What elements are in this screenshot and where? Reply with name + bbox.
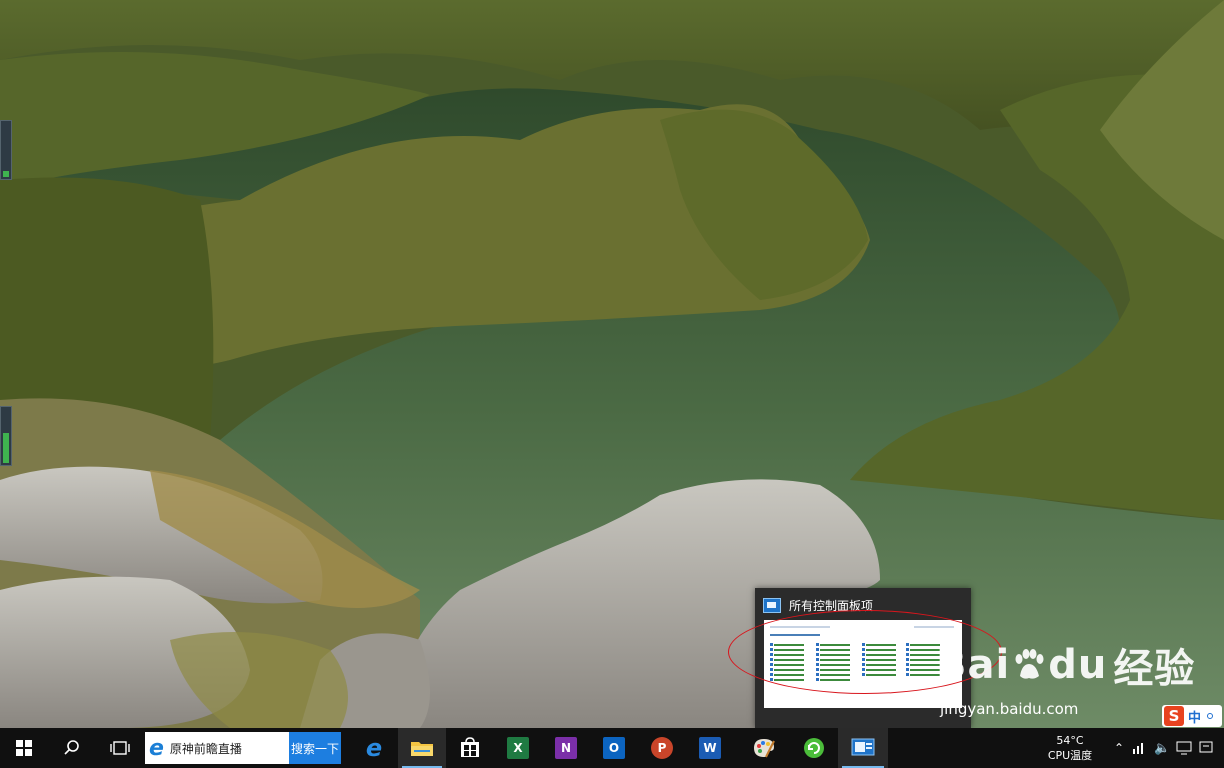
search-icon	[64, 740, 79, 755]
ie-icon: e	[149, 735, 164, 761]
ime-mode-label: 中	[1188, 710, 1202, 726]
onenote-icon: N	[555, 737, 577, 759]
cpu-temperature-label: CPU温度	[1047, 749, 1093, 762]
sogou-s-icon: S	[1164, 706, 1184, 726]
search-go-button[interactable]: 搜索一下	[289, 732, 341, 764]
taskbar-app-powerpoint[interactable]: P	[638, 728, 686, 768]
side-gadget-meter[interactable]	[0, 406, 12, 466]
control-panel-icon	[851, 738, 875, 756]
jingyan-label: 经验	[1113, 646, 1196, 692]
baidu-logo: Bai du 经验	[936, 636, 1195, 694]
notification-icon[interactable]	[1198, 740, 1214, 756]
word-icon: W	[699, 737, 721, 759]
start-button[interactable]	[0, 728, 48, 768]
taskbar-search-box[interactable]: e 原神前瞻直播	[145, 732, 289, 764]
taskbar-app-store[interactable]	[446, 728, 494, 768]
powerpoint-icon: P	[651, 737, 673, 759]
folder-icon	[411, 742, 433, 756]
watermark-url: jingyan.baidu.com	[940, 700, 1079, 718]
taskbar-app-onenote[interactable]: N	[542, 728, 590, 768]
taskbar-app-edge[interactable]: e	[350, 728, 398, 768]
taskbar-app-word[interactable]: W	[686, 728, 734, 768]
taskbar-app-green[interactable]	[790, 728, 838, 768]
control-panel-icon	[763, 597, 781, 613]
green-circle-app-icon	[804, 738, 824, 758]
desktop-wallpaper	[0, 0, 1224, 728]
taskbar-app-file-explorer[interactable]	[398, 728, 446, 768]
system-tray: ⌃ 🔈	[1110, 728, 1224, 768]
ime-indicator[interactable]: S 中	[1162, 705, 1222, 727]
windows-logo-icon	[16, 740, 32, 756]
task-view-button[interactable]	[96, 728, 144, 768]
search-button[interactable]	[48, 728, 96, 768]
chevron-up-icon[interactable]: ⌃	[1110, 741, 1128, 755]
paint-palette-icon	[754, 739, 775, 758]
cpu-temperature[interactable]: 54°C CPU温度	[1040, 733, 1100, 763]
side-gadget-top[interactable]	[0, 120, 12, 180]
taskbar-app-outlook[interactable]: O	[590, 728, 638, 768]
display-icon[interactable]	[1176, 741, 1192, 755]
edge-icon: e	[365, 734, 383, 762]
search-query-text: 原神前瞻直播	[169, 741, 242, 756]
taskbar-app-excel[interactable]: X	[494, 728, 542, 768]
task-view-icon	[110, 741, 130, 755]
volume-icon[interactable]: 🔈	[1154, 741, 1170, 756]
baidu-logo-left: Bai	[936, 642, 1011, 688]
taskbar-app-paint[interactable]	[740, 728, 788, 768]
ime-dot-icon	[1207, 713, 1214, 719]
baidu-logo-right: du	[1048, 642, 1108, 688]
store-icon	[461, 737, 479, 757]
taskbar-app-control-panel[interactable]	[838, 728, 888, 768]
network-icon[interactable]	[1132, 740, 1148, 756]
outlook-icon: O	[603, 737, 625, 759]
cpu-temperature-value: 54°C	[1056, 734, 1084, 747]
paw-icon	[1015, 649, 1044, 679]
excel-icon: X	[507, 737, 529, 759]
baidu-jingyan-watermark: Bai du 经验 jingyan.baidu.com	[936, 636, 1195, 718]
